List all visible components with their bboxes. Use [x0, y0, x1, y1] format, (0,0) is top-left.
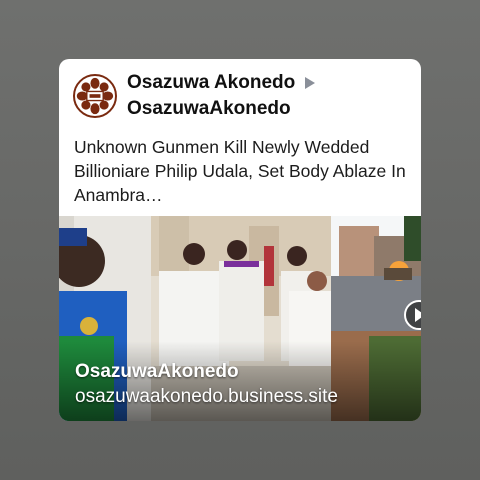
post-card[interactable]: Osazuwa Akonedo OsazuwaAkonedo Unknown G… [59, 59, 421, 421]
page-name[interactable]: OsazuwaAkonedo [127, 97, 315, 121]
author-name[interactable]: Osazuwa Akonedo [127, 71, 295, 95]
logo-avatar-icon[interactable] [73, 74, 117, 118]
post-text: Unknown Gunmen Kill Newly Wedded Billion… [74, 137, 406, 205]
author-block: Osazuwa Akonedo OsazuwaAkonedo [127, 71, 316, 121]
link-domain[interactable]: osazuwaakonedo.business.site [75, 385, 338, 409]
post-header: Osazuwa Akonedo OsazuwaAkonedo [59, 59, 421, 129]
share-arrow-icon [305, 77, 316, 89]
link-title[interactable]: OsazuwaAkonedo [75, 360, 239, 384]
link-preview[interactable]: OsazuwaAkonedo osazuwaakonedo.business.s… [59, 216, 421, 421]
